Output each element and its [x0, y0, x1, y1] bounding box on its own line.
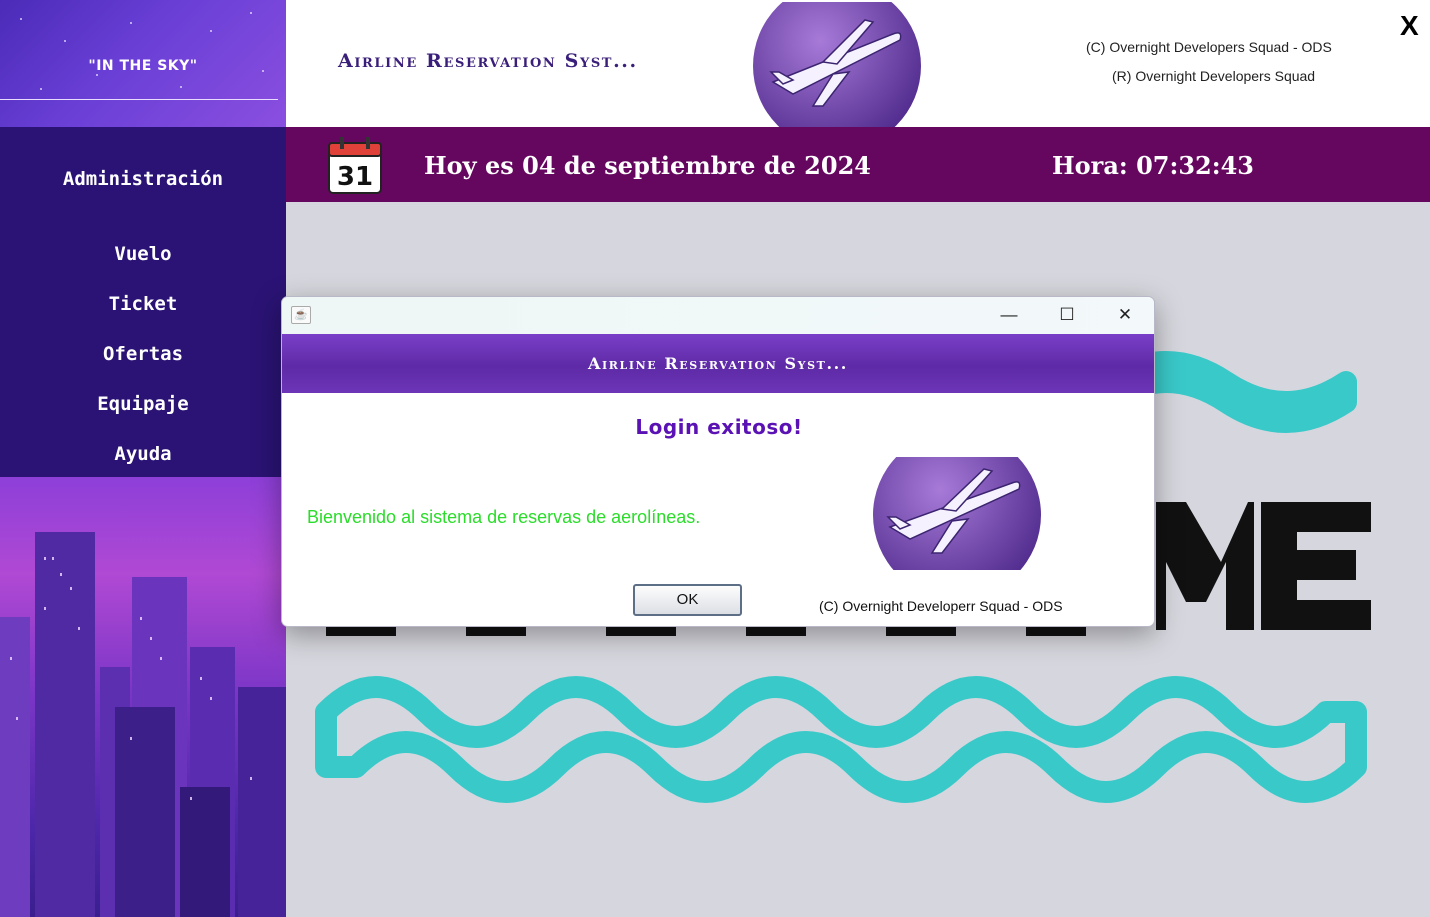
maximize-button[interactable]: ☐	[1047, 303, 1087, 327]
dialog-message: Bienvenido al sistema de reservas de aer…	[307, 507, 701, 527]
dialog-banner: Airline Reservation Syst...	[282, 334, 1154, 393]
sidebar-item-ticket[interactable]: Ticket	[0, 293, 286, 315]
sidebar-brand-panel: "IN THE SKY"	[0, 0, 286, 127]
sidebar-item-ofertas[interactable]: Ofertas	[0, 343, 286, 365]
app-close-button[interactable]: X	[1400, 10, 1419, 42]
app-header: Airline Reservation Syst... (C) Overnigh…	[286, 0, 1430, 127]
login-success-dialog: ☕ — ☐ ✕ Airline Reservation Syst... Logi…	[281, 296, 1155, 627]
sidebar-item-ayuda[interactable]: Ayuda	[0, 443, 286, 465]
dialog-heading: Login exitoso!	[635, 415, 803, 439]
calendar-icon: 31	[328, 137, 382, 195]
dialog-titlebar[interactable]: ☕ — ☐ ✕	[282, 297, 1154, 334]
sidebar-menu: Administración Vuelo Ticket Ofertas Equi…	[0, 127, 286, 477]
minimize-button[interactable]: —	[989, 303, 1029, 327]
dialog-close-button[interactable]: ✕	[1105, 303, 1145, 327]
date-time-bar: 31 Hoy es 04 de septiembre de 2024 Hora:…	[286, 127, 1430, 202]
sidebar-item-equipaje[interactable]: Equipaje	[0, 393, 286, 415]
airplane-logo-icon	[753, 2, 921, 127]
ok-button[interactable]: OK	[633, 584, 742, 616]
header-copyright: (C) Overnight Developers Squad - ODS	[1086, 39, 1332, 55]
brand-name: "IN THE SKY"	[88, 58, 198, 74]
app-title: Airline Reservation Syst...	[338, 50, 638, 72]
sidebar-item-administracion[interactable]: Administración	[0, 168, 286, 190]
sidebar-item-vuelo[interactable]: Vuelo	[0, 243, 286, 265]
java-app-icon: ☕	[291, 306, 311, 324]
svg-text:31: 31	[337, 162, 373, 192]
city-skyline-illustration	[0, 477, 286, 917]
current-time: Hora: 07:32:43	[1052, 151, 1255, 180]
airplane-logo-icon	[872, 457, 1042, 570]
current-date: Hoy es 04 de septiembre de 2024	[424, 151, 871, 180]
dialog-copyright: (C) Overnight Developerr Squad - ODS	[819, 598, 1063, 614]
dialog-banner-title: Airline Reservation Syst...	[588, 354, 848, 373]
brand-divider	[0, 99, 278, 100]
header-registered: (R) Overnight Developers Squad	[1112, 68, 1316, 84]
